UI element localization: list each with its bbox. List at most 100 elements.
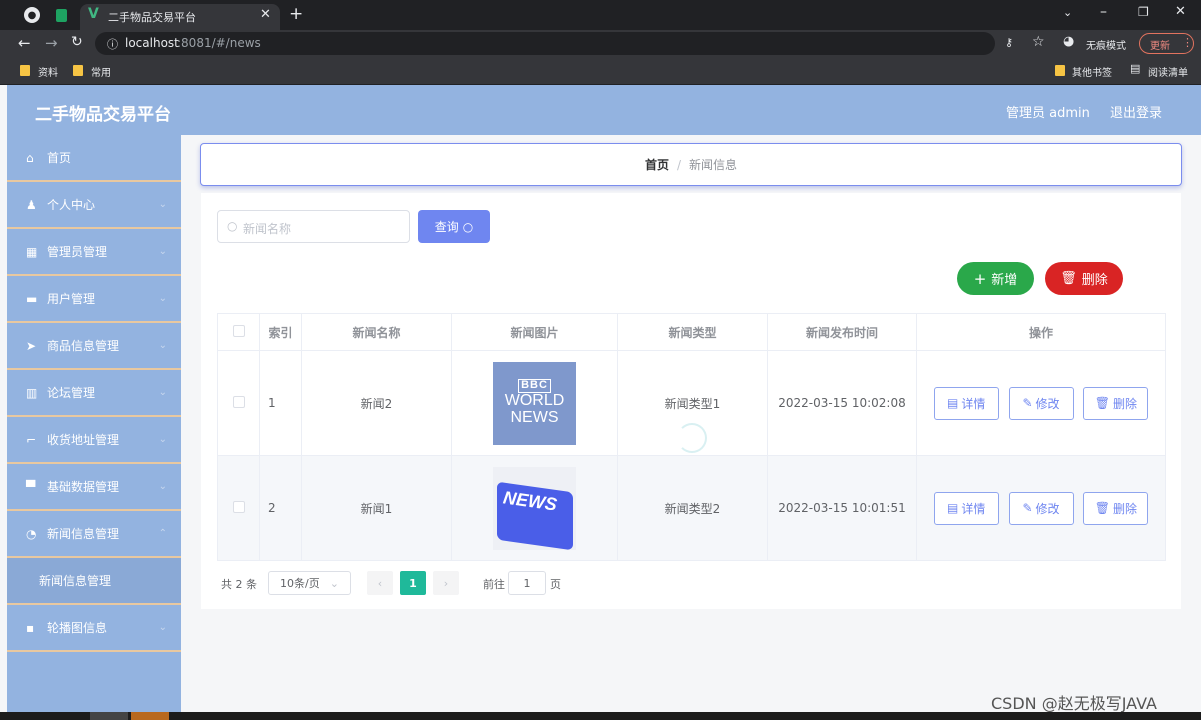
logout-link[interactable]: 退出登录 — [1110, 102, 1162, 121]
forward-icon[interactable]: → — [45, 34, 58, 52]
minimize-icon[interactable]: – — [1100, 4, 1107, 20]
row-checkbox[interactable] — [232, 395, 245, 408]
search-input[interactable]: ○ 新闻名称 — [217, 210, 410, 243]
index-cell: 2 — [259, 455, 302, 561]
tab-title: 二手物品交易平台 — [108, 11, 196, 24]
page-number-active[interactable]: 1 — [400, 571, 426, 595]
chevron-down-icon: ⌄ — [158, 293, 167, 304]
row-select-cell — [217, 455, 260, 561]
sidebar-subitem-news[interactable]: 新闻信息管理 — [7, 558, 181, 605]
row-delete-button[interactable]: 🗑 删除 — [1083, 491, 1149, 525]
document-icon: ▤ — [946, 396, 959, 410]
key-icon[interactable]: ⚷ — [1005, 36, 1013, 49]
edit-label: 修改 — [1035, 396, 1060, 411]
send-icon: ➤ — [26, 338, 37, 353]
reading-list-icon: ▤ — [1130, 62, 1141, 75]
detail-button[interactable]: ▤ 详情 — [933, 386, 999, 420]
actions-cell: ▤ 详情 ✎ 修改 🗑 删除 — [916, 455, 1166, 561]
detail-button[interactable]: ▤ 详情 — [933, 491, 999, 525]
batch-delete-label: 删除 — [1081, 273, 1108, 288]
other-bookmarks[interactable]: 其他书签 — [1072, 64, 1112, 79]
search-button[interactable]: 查询 ○ — [418, 210, 490, 243]
edit-button[interactable]: ✎ 修改 — [1008, 491, 1074, 525]
site-info-icon[interactable]: ⓘ — [107, 36, 118, 52]
row-checkbox[interactable] — [232, 500, 245, 513]
news-image[interactable]: BBC WORLD NEWS — [493, 361, 576, 445]
next-page-button[interactable]: › — [433, 571, 459, 595]
taskbar-app[interactable] — [131, 712, 169, 720]
folder-icon — [73, 65, 83, 76]
actions-cell: ▤ 详情 ✎ 修改 🗑 删除 — [916, 350, 1166, 456]
chevron-down-icon: ⌄ — [158, 481, 167, 492]
sidebar-item-users[interactable]: ▬ 用户管理 ⌄ — [7, 276, 181, 323]
column-header[interactable]: 新闻名称 — [301, 313, 452, 351]
new-tab-icon[interactable]: + — [289, 4, 303, 24]
time-cell: 2022-03-15 10:02:08 — [767, 350, 917, 456]
breadcrumb: 首页 / 新闻信息 — [200, 143, 1182, 186]
browser-tab[interactable]: V 二手物品交易平台 ✕ — [80, 4, 280, 30]
breadcrumb-home[interactable]: 首页 — [645, 156, 669, 173]
pagination-total: 共 2 条 — [221, 578, 257, 591]
sidebar-item-admins[interactable]: ▦ 管理员管理 ⌄ — [7, 229, 181, 276]
update-button[interactable]: 更新 ⋮ — [1139, 33, 1194, 54]
monitor-icon: ▀ — [26, 479, 36, 494]
close-window-icon[interactable]: ✕ — [1175, 4, 1186, 19]
name-cell: 新闻1 — [301, 455, 452, 561]
trash-icon: 🗑 — [1094, 396, 1110, 410]
chevron-down-icon: ⌄ — [158, 622, 167, 633]
folder-icon — [20, 65, 30, 76]
chart-icon: ▥ — [26, 385, 38, 400]
browser-tab-strip: ● V 二手物品交易平台 ✕ + ⌄ – ❐ ✕ — [0, 0, 1201, 30]
image-cell: BBC WORLD NEWS — [451, 350, 618, 456]
bookmark-item[interactable]: 资料 — [38, 64, 58, 79]
sidebar-item-label: 收货地址管理 — [47, 433, 120, 447]
sidebar-item-profile[interactable]: ♟ 个人中心 ⌄ — [7, 182, 181, 229]
sidebar-item-forum[interactable]: ▥ 论坛管理 ⌄ — [7, 370, 181, 417]
sidebar-item-news[interactable]: ◔ 新闻信息管理 ⌃ — [7, 511, 181, 558]
column-header[interactable]: 新闻发布时间 — [767, 313, 917, 351]
sidebar-item-home[interactable]: ⌂ 首页 — [7, 135, 181, 182]
document-icon: ▤ — [946, 501, 959, 515]
chevron-down-icon: ⌄ — [158, 434, 167, 445]
time-cell: 2022-03-15 10:01:51 — [767, 455, 917, 561]
star-icon[interactable]: ☆ — [1032, 34, 1045, 50]
grid-icon: ▦ — [26, 244, 38, 259]
chevron-up-icon: ⌃ — [158, 528, 167, 539]
row-delete-button[interactable]: 🗑 删除 — [1083, 386, 1149, 420]
news-image[interactable]: NEWS — [493, 466, 576, 550]
sidebar-item-basedata[interactable]: ▀ 基础数据管理 ⌄ — [7, 464, 181, 511]
add-button[interactable]: + 新增 — [957, 262, 1034, 295]
apps-icon: ▪ — [26, 620, 35, 635]
back-icon[interactable]: ← — [18, 34, 31, 52]
sidebar-item-label: 个人中心 — [47, 198, 96, 212]
type-cell: 新闻类型2 — [617, 455, 768, 561]
folder-icon — [1055, 65, 1065, 76]
tab-close-icon[interactable]: ✕ — [260, 7, 271, 22]
breadcrumb-current: 新闻信息 — [689, 158, 738, 172]
batch-delete-button[interactable]: 🗑 删除 — [1045, 262, 1123, 295]
prev-page-button[interactable]: ‹ — [367, 571, 393, 595]
bookmark-item[interactable]: 常用 — [91, 64, 111, 79]
address-field[interactable]: ⓘ localhost :8081/#/news — [95, 32, 995, 55]
os-taskbar — [0, 712, 1201, 720]
reload-icon[interactable]: ↻ — [71, 34, 83, 50]
sidebar-item-carousel[interactable]: ▪ 轮播图信息 ⌄ — [7, 605, 181, 652]
pencil-icon: ✎ — [1022, 396, 1033, 410]
watermark: CSDN @赵无极写JAVA — [991, 694, 1157, 713]
sidebar-item-address[interactable]: ⌐ 收货地址管理 ⌄ — [7, 417, 181, 464]
column-header[interactable]: 索引 — [259, 313, 302, 351]
tab-search-icon[interactable]: ⌄ — [1063, 6, 1072, 19]
green-tab-icon[interactable] — [56, 9, 67, 22]
sidebar-item-goods[interactable]: ➤ 商品信息管理 ⌄ — [7, 323, 181, 370]
browser-menu-icon[interactable]: ● — [24, 7, 40, 23]
page-size-select[interactable]: 10条/页 ⌄ — [268, 571, 351, 595]
taskbar-app[interactable] — [90, 712, 128, 720]
column-header[interactable]: 新闻图片 — [451, 313, 618, 351]
goto-page-input[interactable]: 1 — [508, 571, 546, 595]
reading-list[interactable]: 阅读清单 — [1148, 64, 1188, 79]
select-all-checkbox[interactable] — [232, 324, 245, 337]
chevron-down-icon: ⌄ — [158, 246, 167, 257]
edit-button[interactable]: ✎ 修改 — [1008, 386, 1074, 420]
column-header[interactable]: 新闻类型 — [617, 313, 768, 351]
restore-icon[interactable]: ❐ — [1138, 5, 1149, 19]
